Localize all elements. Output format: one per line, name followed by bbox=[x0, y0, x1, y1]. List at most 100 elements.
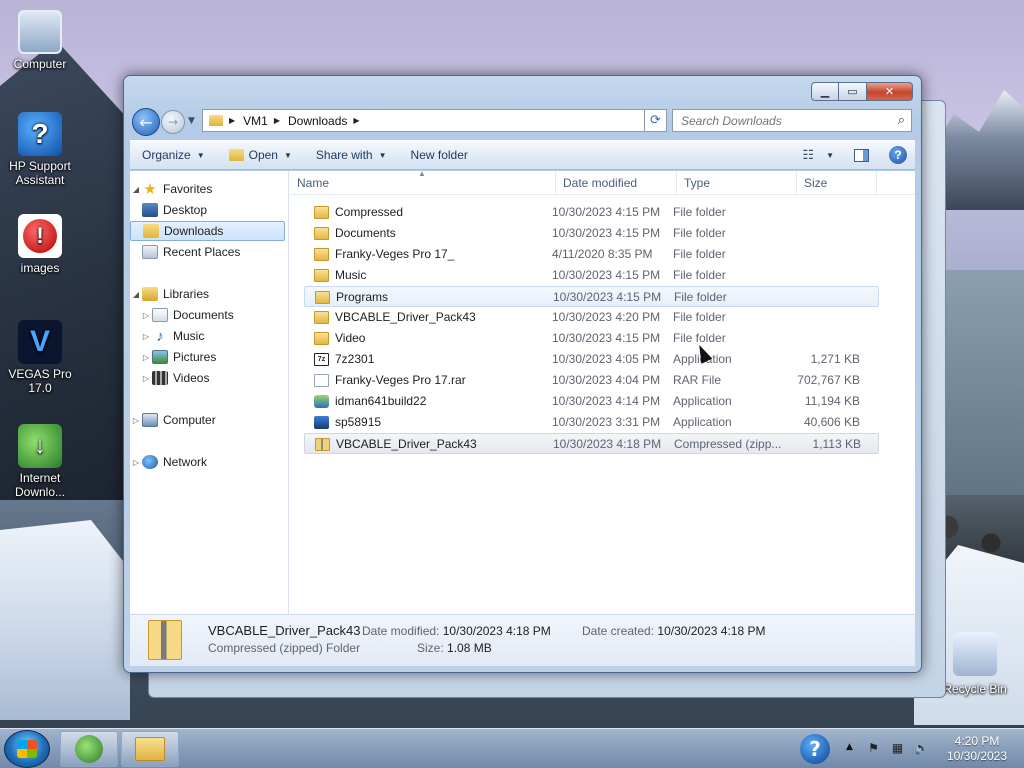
breadcrumb-separator-icon[interactable]: ▶ bbox=[274, 116, 280, 125]
file-date: 4/11/2020 8:35 PM bbox=[552, 247, 653, 261]
file-row[interactable]: Video 10/30/2023 4:15 PM File folder bbox=[304, 328, 879, 349]
folder-icon bbox=[314, 205, 329, 219]
zip-folder-icon bbox=[148, 620, 182, 660]
file-row[interactable]: VBCABLE_Driver_Pack43 10/30/2023 4:20 PM… bbox=[304, 307, 879, 328]
desktop-icon-hp-support[interactable]: ? HP Support Assistant bbox=[0, 112, 80, 187]
nav-recent-places[interactable]: Recent Places bbox=[130, 242, 285, 262]
refresh-button[interactable]: ⟳ bbox=[644, 109, 667, 132]
breadcrumb-separator-icon[interactable]: ▶ bbox=[353, 116, 359, 125]
column-type[interactable]: Type bbox=[677, 171, 797, 195]
collapse-triangle-icon[interactable]: ◢ bbox=[130, 185, 142, 194]
file-row-selected[interactable]: VBCABLE_Driver_Pack43 10/30/2023 4:18 PM… bbox=[304, 433, 879, 454]
desktop-icon-label: Internet Downlo... bbox=[14, 471, 66, 499]
network-status-icon[interactable]: ▦ bbox=[890, 741, 905, 756]
breadcrumb-separator-icon[interactable]: ▶ bbox=[229, 116, 235, 125]
close-button[interactable]: ✕ bbox=[867, 82, 913, 101]
file-row[interactable]: Franky-Veges Pro 17_ 4/11/2020 8:35 PM F… bbox=[304, 244, 879, 265]
desktop-icon-recycle-bin[interactable]: Recycle Bin bbox=[935, 632, 1015, 696]
open-button[interactable]: Open ▼ bbox=[217, 141, 304, 169]
nav-music[interactable]: ▷ ♪ Music bbox=[130, 326, 285, 346]
installer-app-icon bbox=[314, 415, 329, 429]
nav-videos[interactable]: ▷ Videos bbox=[130, 368, 285, 388]
back-button[interactable]: ← bbox=[132, 108, 160, 136]
chevron-down-icon: ▼ bbox=[196, 150, 205, 160]
help-icon[interactable]: ? bbox=[889, 146, 907, 164]
column-size[interactable]: Size bbox=[797, 171, 877, 195]
column-header: ▲ Name Date modified Type Size bbox=[290, 169, 915, 195]
file-size: 1,113 KB bbox=[812, 437, 861, 451]
new-folder-button[interactable]: New folder bbox=[399, 141, 480, 169]
share-with-button[interactable]: Share with ▼ bbox=[304, 141, 399, 169]
explorer-window: ▁ ▭ ✕ ← → ▼ ▶ VM1 ▶ Downloads ▶ ▼ ⟳ ⌕ Or… bbox=[123, 75, 922, 673]
expand-triangle-icon[interactable]: ▷ bbox=[140, 311, 152, 320]
start-button[interactable] bbox=[4, 730, 50, 768]
taskbar-explorer-button[interactable] bbox=[121, 731, 179, 767]
file-name: VBCABLE_Driver_Pack43 bbox=[335, 310, 476, 324]
documents-icon bbox=[152, 308, 168, 322]
expand-triangle-icon[interactable]: ▷ bbox=[140, 332, 152, 341]
desktop-icon-vegas[interactable]: V VEGAS Pro 17.0 bbox=[0, 320, 80, 395]
views-dropdown-icon[interactable]: ▼ bbox=[826, 151, 834, 160]
desktop-icon-idm[interactable]: ↓ Internet Downlo... bbox=[0, 424, 80, 499]
clock[interactable]: 4:20 PM 10/30/2023 bbox=[940, 734, 1014, 764]
file-row[interactable]: Franky-Veges Pro 17.rar 10/30/2023 4:04 … bbox=[304, 370, 879, 391]
desktop-icon-images[interactable]: ! images bbox=[0, 214, 80, 275]
nav-computer[interactable]: ▷ Computer bbox=[130, 410, 285, 430]
expand-triangle-icon[interactable]: ▷ bbox=[130, 416, 142, 425]
file-row-hovered[interactable]: Programs 10/30/2023 4:15 PM File folder bbox=[304, 286, 879, 307]
file-size: 1,271 KB bbox=[810, 352, 860, 366]
action-center-icon[interactable]: ⚑ bbox=[866, 741, 881, 756]
nav-pictures[interactable]: ▷ Pictures bbox=[130, 347, 285, 367]
search-box[interactable]: ⌕ bbox=[672, 109, 912, 132]
organize-button[interactable]: Organize ▼ bbox=[130, 141, 217, 169]
details-date-created: Date created: 10/30/2023 4:18 PM bbox=[582, 624, 765, 638]
details-value: 1.08 MB bbox=[447, 641, 492, 655]
taskbar-idm-button[interactable] bbox=[60, 731, 118, 767]
file-type: File folder bbox=[673, 331, 726, 345]
expand-triangle-icon[interactable]: ▷ bbox=[130, 458, 142, 467]
preview-pane-icon[interactable] bbox=[854, 148, 869, 162]
file-row[interactable]: idman641build22 10/30/2023 4:14 PM Appli… bbox=[304, 391, 879, 412]
search-icon[interactable]: ⌕ bbox=[898, 113, 905, 128]
search-input[interactable] bbox=[681, 113, 886, 128]
file-date: 10/30/2023 4:15 PM bbox=[552, 331, 661, 345]
rar-file-icon bbox=[314, 373, 329, 387]
file-row[interactable]: Compressed 10/30/2023 4:15 PM File folde… bbox=[304, 202, 879, 223]
column-label: Name bbox=[297, 176, 330, 190]
nav-desktop[interactable]: Desktop bbox=[130, 200, 285, 220]
file-date: 10/30/2023 4:15 PM bbox=[552, 268, 661, 282]
column-date-modified[interactable]: Date modified bbox=[556, 171, 677, 195]
volume-muted-icon[interactable]: 🔈 bbox=[914, 741, 929, 756]
nav-downloads[interactable]: Downloads bbox=[130, 221, 285, 241]
breadcrumb-vm1[interactable]: VM1 bbox=[243, 114, 268, 128]
breadcrumb-downloads[interactable]: Downloads bbox=[288, 114, 347, 128]
vegas-app-icon: V bbox=[18, 320, 62, 364]
recent-pages-dropdown[interactable]: ▼ bbox=[188, 116, 195, 126]
file-row[interactable]: Documents 10/30/2023 4:15 PM File folder bbox=[304, 223, 879, 244]
expand-triangle-icon[interactable]: ▷ bbox=[140, 374, 152, 383]
file-date: 10/30/2023 4:04 PM bbox=[552, 373, 661, 387]
address-bar[interactable]: ▶ VM1 ▶ Downloads ▶ ▼ bbox=[202, 109, 665, 132]
nav-network[interactable]: ▷ Network bbox=[130, 452, 285, 472]
column-name[interactable]: ▲ Name bbox=[290, 169, 556, 195]
nav-label: Videos bbox=[173, 371, 210, 385]
nav-favorites[interactable]: ◢ ★ Favorites bbox=[130, 179, 285, 199]
tray-help-icon[interactable]: ? bbox=[800, 734, 830, 764]
views-icon[interactable]: ☷ bbox=[802, 147, 814, 163]
desktop-icon-computer[interactable]: Computer bbox=[0, 10, 80, 71]
file-size: 702,767 KB bbox=[797, 373, 860, 387]
file-row[interactable]: Music 10/30/2023 4:15 PM File folder bbox=[304, 265, 879, 286]
minimize-button[interactable]: ▁ bbox=[811, 82, 839, 101]
collapse-triangle-icon[interactable]: ◢ bbox=[130, 290, 142, 299]
show-hidden-icons-icon[interactable]: ▲ bbox=[846, 742, 853, 752]
details-file-type: Compressed (zipped) Folder bbox=[208, 641, 361, 655]
file-row[interactable]: 7z 7z2301 10/30/2023 4:05 PM Application … bbox=[304, 349, 879, 370]
maximize-button[interactable]: ▭ bbox=[839, 82, 867, 101]
nav-libraries[interactable]: ◢ Libraries bbox=[130, 284, 285, 304]
nav-documents[interactable]: ▷ Documents bbox=[130, 305, 285, 325]
file-row[interactable]: sp58915 10/30/2023 3:31 PM Application 4… bbox=[304, 412, 879, 433]
expand-triangle-icon[interactable]: ▷ bbox=[140, 353, 152, 362]
details-file-name: VBCABLE_Driver_Pack43 bbox=[208, 623, 361, 638]
forward-button[interactable]: → bbox=[161, 110, 185, 134]
folder-icon bbox=[314, 247, 329, 261]
